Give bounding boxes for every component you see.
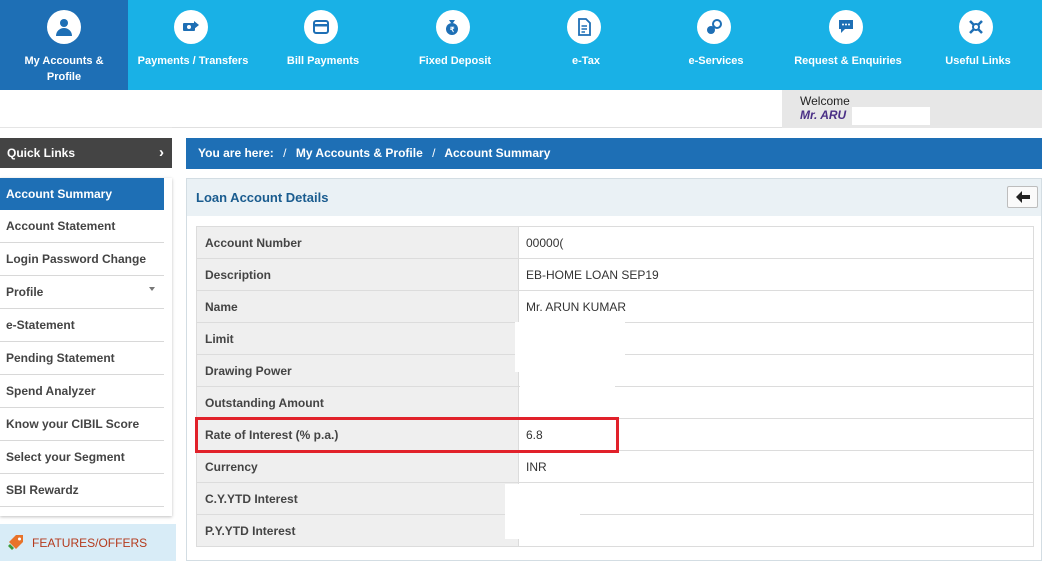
table-row: Currency INR [196,450,1034,483]
nav-label: e-Services [688,55,744,67]
row-value: INR [518,450,1034,483]
quick-links-menu: Account Summary Account Statement Login … [0,178,164,507]
nav-payments-transfers[interactable]: Payments / Transfers [128,0,258,90]
sidebar-item-cibil-score[interactable]: Know your CIBIL Score [0,408,164,441]
money-bag-icon: ₹ [436,10,470,44]
nav-bill-payments[interactable]: Bill Payments [258,0,388,90]
row-label: Account Number [196,226,519,259]
breadcrumb-separator: / [283,146,287,160]
panel-header: Loan Account Details [187,179,1041,216]
sidebar-item-label: Spend Analyzer [6,384,96,398]
row-label: Rate of Interest (% p.a.) [196,418,519,451]
row-label: Limit [196,322,519,355]
sidebar-item-account-statement[interactable]: Account Statement [0,210,164,243]
row-label: P.Y.YTD Interest [196,514,519,547]
row-value: 6.8 [518,418,1034,451]
redaction-block [515,322,625,372]
row-label: Currency [196,450,519,483]
bill-card-icon [304,10,338,44]
row-label: Outstanding Amount [196,386,519,419]
row-value [518,482,1034,515]
quick-links-title: Quick Links [7,146,76,160]
row-value: EB-HOME LOAN SEP19 [518,258,1034,291]
back-button[interactable] [1007,186,1038,208]
table-row: Name Mr. ARUN KUMAR [196,290,1034,323]
money-transfer-icon [174,10,208,44]
welcome-label: Welcome [800,94,850,108]
features-offers-button[interactable]: FEATURES/OFFERS [0,524,176,561]
features-offers-label: FEATURES/OFFERS [32,536,148,550]
header-strip-left [0,90,172,128]
nav-fixed-deposit[interactable]: ₹ Fixed Deposit [388,0,522,90]
caret-down-icon [149,287,155,291]
nav-my-accounts-profile[interactable]: My Accounts & Profile [0,0,128,90]
breadcrumb-prefix: You are here: [198,146,274,160]
redaction-block [520,384,615,406]
chevron-right-icon: › [159,144,164,161]
sidebar-item-login-password-change[interactable]: Login Password Change [0,243,164,276]
nav-e-services[interactable]: e-Services [650,0,782,90]
panel-title: Loan Account Details [196,190,329,205]
user-icon [47,10,81,44]
tax-document-icon [567,10,601,44]
sidebar-item-label: Login Password Change [6,252,147,266]
sidebar-item-label: Profile [6,285,44,299]
nav-request-enquiries[interactable]: Request & Enquiries [782,0,914,90]
arrow-left-icon [1015,191,1030,203]
sidebar-item-sbi-rewardz[interactable]: SBI Rewardz [0,474,164,507]
header-strip [172,90,782,128]
nav-useful-links[interactable]: Useful Links [914,0,1042,90]
table-row: Rate of Interest (% p.a.) 6.8 [196,418,1034,451]
breadcrumb-account-summary[interactable]: Account Summary [444,146,550,160]
sidebar-item-pending-statement[interactable]: Pending Statement [0,342,164,375]
sidebar-item-label: Account Summary [6,187,113,201]
row-value [518,514,1034,547]
row-label: C.Y.YTD Interest [196,482,519,515]
row-label: Drawing Power [196,354,519,387]
nav-e-tax[interactable]: e-Tax [522,0,650,90]
sidebar-item-label: Account Statement [6,219,116,233]
table-row: Description EB-HOME LOAN SEP19 [196,258,1034,291]
nav-label: My Accounts & Profile [24,55,104,83]
nav-label: e-Tax [572,55,600,67]
breadcrumb: You are here: / My Accounts & Profile / … [186,138,1042,169]
nav-label: Bill Payments [286,55,360,67]
table-row: P.Y.YTD Interest [196,514,1034,547]
nav-label: Fixed Deposit [418,55,492,67]
sidebar-item-label: Select your Segment [6,450,125,464]
links-icon [959,10,993,44]
sidebar-item-label: Know your CIBIL Score [6,417,140,431]
sidebar-item-label: e-Statement [6,318,75,332]
row-label: Description [196,258,519,291]
quick-links-header[interactable]: Quick Links › [0,138,172,168]
chat-phone-icon [829,10,863,44]
nav-label: Payments / Transfers [137,55,249,67]
redaction-block [852,107,930,125]
sidebar-item-select-segment[interactable]: Select your Segment [0,441,164,474]
row-value: 00000( [518,226,1034,259]
svg-text:₹: ₹ [450,26,455,34]
services-icon [697,10,731,44]
price-tag-icon [7,534,25,552]
sidebar-item-profile[interactable]: Profile [0,276,164,309]
nav-label: Request & Enquiries [794,55,902,67]
sidebar-item-label: SBI Rewardz [6,483,79,497]
row-value: Mr. ARUN KUMAR [518,290,1034,323]
breadcrumb-separator: / [432,146,436,160]
loan-details-table: Account Number 00000( Description EB-HOME … [196,226,1034,547]
sidebar-item-account-summary[interactable]: Account Summary [0,178,164,210]
nav-label: Useful Links [945,55,1011,67]
row-label: Name [196,290,519,323]
breadcrumb-my-accounts[interactable]: My Accounts & Profile [296,146,423,160]
table-row: Outstanding Amount [196,386,1034,419]
table-row: Account Number 00000( [196,226,1034,259]
table-row: C.Y.YTD Interest [196,482,1034,515]
redaction-block [505,484,580,539]
sidebar-item-label: Pending Statement [6,351,115,365]
welcome-box: Welcome Mr. ARU [782,90,1042,128]
top-navigation: My Accounts & Profile Payments / Transfe… [0,0,1042,90]
sidebar-item-e-statement[interactable]: e-Statement [0,309,164,342]
sidebar-item-spend-analyzer[interactable]: Spend Analyzer [0,375,164,408]
